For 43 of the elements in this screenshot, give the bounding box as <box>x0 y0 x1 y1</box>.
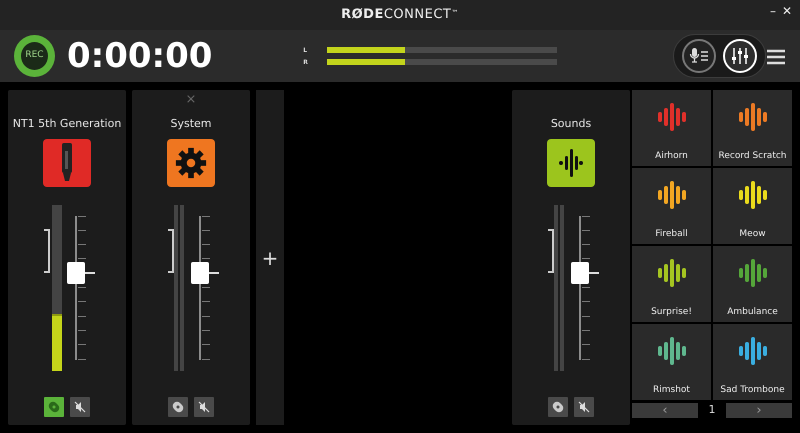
channel-icon-button[interactable] <box>547 138 595 186</box>
microphone-list-icon <box>688 47 709 65</box>
gear-icon <box>174 146 208 180</box>
channel-name: NT1 5th Generation <box>12 116 122 132</box>
microphone-list-button[interactable] <box>682 39 716 73</box>
add-channel-button[interactable]: + <box>262 242 278 272</box>
mute-button[interactable] <box>70 397 90 417</box>
listen-button[interactable] <box>168 397 188 417</box>
mute-icon <box>198 401 210 413</box>
sound-pad[interactable]: Rimshot <box>632 324 711 400</box>
fader-handle[interactable] <box>67 262 85 284</box>
close-button[interactable]: ✕ <box>780 4 794 18</box>
sound-pad[interactable]: Meow <box>713 168 792 244</box>
level-bracket <box>44 228 50 272</box>
sound-pad[interactable]: Fireball <box>632 168 711 244</box>
sound-pad[interactable]: Airhorn <box>632 90 711 166</box>
page-number: 1 <box>708 402 716 418</box>
microphone-icon <box>60 142 74 182</box>
sound-pad[interactable]: Surprise! <box>632 246 711 322</box>
mixer-icon <box>730 46 750 66</box>
mute-button[interactable] <box>194 397 214 417</box>
mixer-button[interactable] <box>723 39 758 73</box>
minimize-button[interactable]: – <box>768 4 778 18</box>
sound-pad[interactable]: Sad Trombone <box>713 324 792 400</box>
record-button[interactable]: REC <box>14 35 55 77</box>
channel-icon-button[interactable] <box>167 138 215 186</box>
fader-handle[interactable] <box>571 262 589 284</box>
previous-page-button[interactable]: ‹ <box>632 402 698 418</box>
listen-button[interactable] <box>548 397 568 417</box>
mute-icon <box>74 401 86 413</box>
sound-pad[interactable]: Ambulance <box>713 246 792 322</box>
channel-name: Sounds <box>550 116 592 132</box>
channel-name: System <box>170 116 212 132</box>
fader-handle[interactable] <box>191 262 209 284</box>
timer: 0:00:00 <box>66 34 214 78</box>
listen-button[interactable] <box>44 397 64 417</box>
menu-icon <box>766 48 786 65</box>
mute-button[interactable] <box>574 397 594 417</box>
next-page-button[interactable]: › <box>726 402 792 418</box>
app-title: RØDECONNECT$^{™}$ <box>341 7 459 22</box>
sound-pad[interactable]: Record Scratch <box>713 90 792 166</box>
waveform-icon <box>559 148 583 178</box>
mute-icon <box>578 401 590 413</box>
